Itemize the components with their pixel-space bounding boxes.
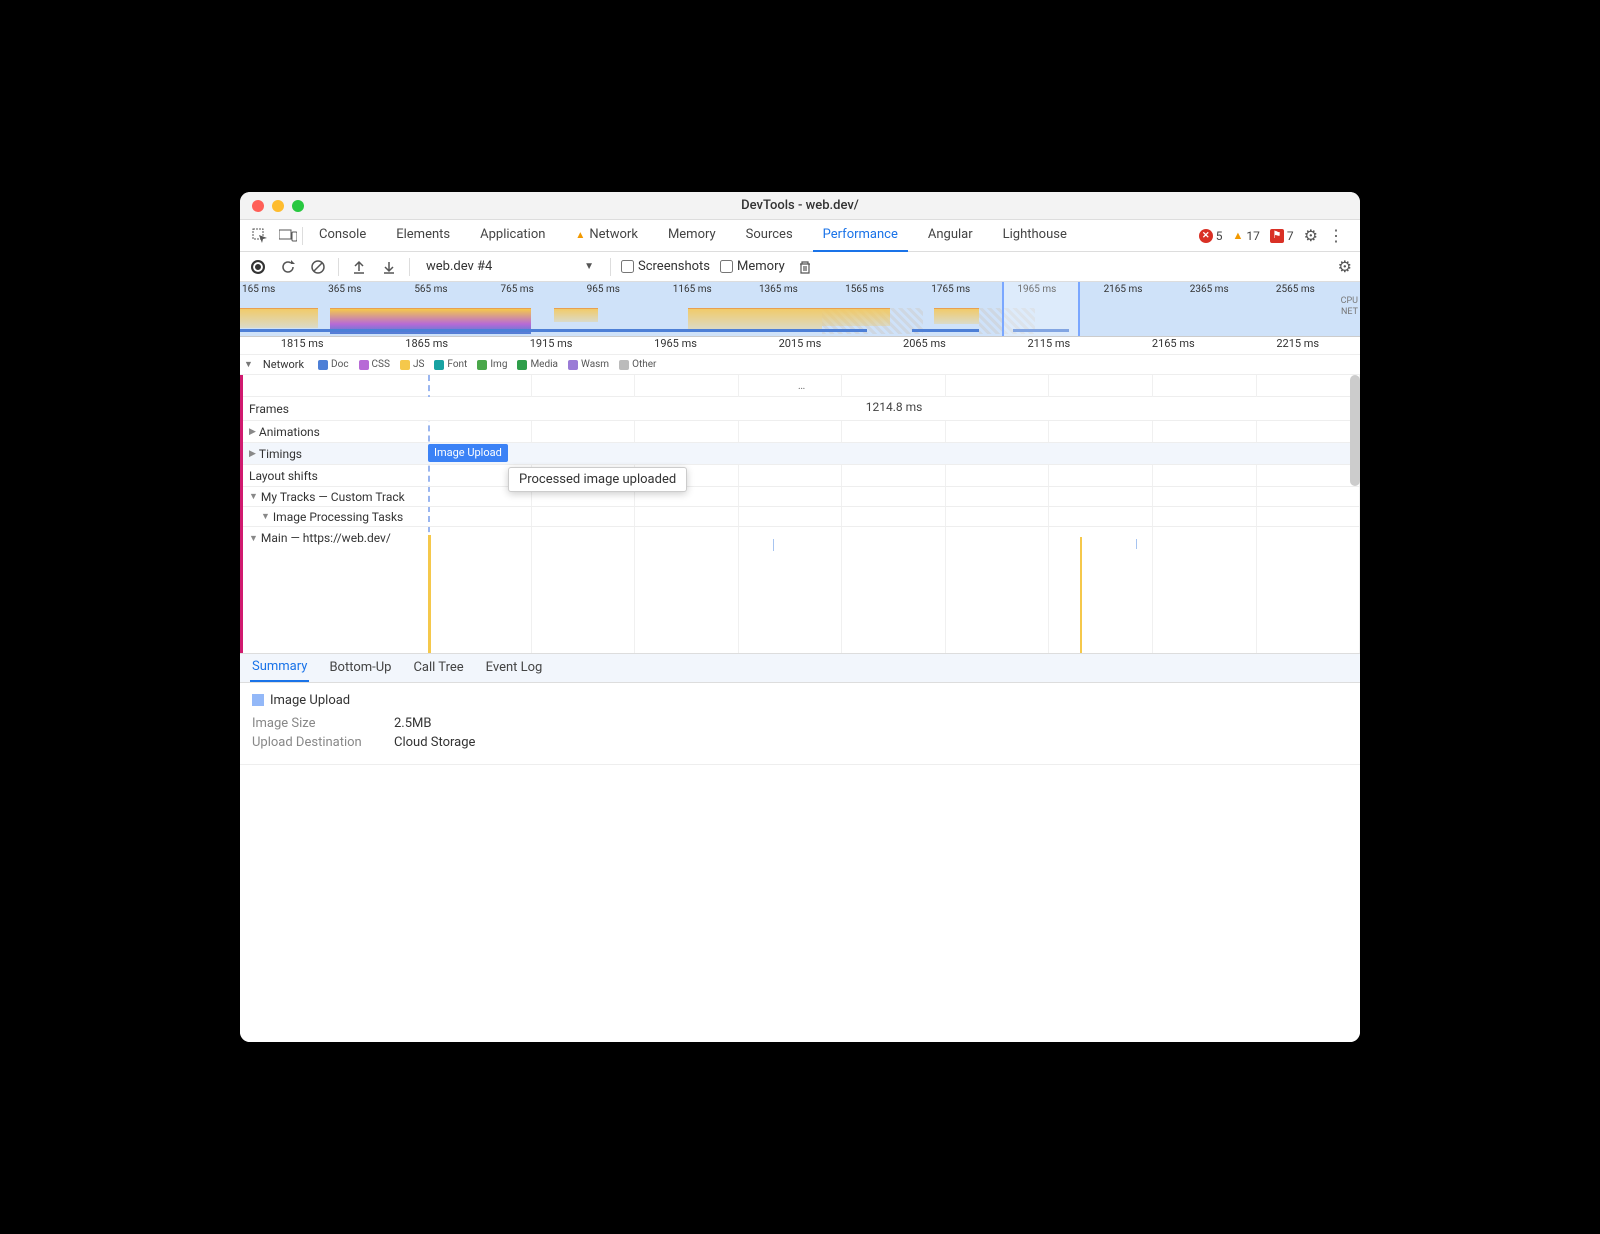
expand-icon: ▶ [249,449,256,459]
frame-duration: 1214.8 ms [862,400,927,414]
tab-angular[interactable]: Angular [918,219,983,252]
tab-memory[interactable]: Memory [658,219,726,252]
clear-button[interactable] [308,257,328,277]
frames-track[interactable]: Frames 1214.8 ms [243,397,1360,421]
tab-list: Console Elements Application Network Memory S… [303,219,1199,252]
window-title: DevTools - web.dev/ [240,198,1360,213]
collapsed-row[interactable]: … [243,375,1360,397]
collapse-icon: ▼ [249,491,258,502]
summary-panel: Image Upload Image Size2.5MB Upload Desti… [240,683,1360,765]
record-button[interactable] [248,257,268,277]
tab-performance[interactable]: Performance [813,219,908,252]
tab-right: ✕5 ▲17 ⚑7 ⚙ ⋮ [1199,226,1354,245]
collapse-icon: ▼ [249,533,258,544]
color-swatch [252,694,264,706]
tab-elements[interactable]: Elements [386,219,460,252]
detail-tab-summary[interactable]: Summary [250,653,309,682]
overview-viewport[interactable] [1002,282,1080,336]
garbage-icon[interactable] [795,257,815,277]
detail-tab-event-log[interactable]: Event Log [484,654,545,681]
detail-tabs: Summary Bottom-Up Call Tree Event Log [240,653,1360,683]
custom-track[interactable]: ▼My Tracks — Custom Track [243,487,1360,507]
timings-track[interactable]: ▶Timings Image Upload Processed image up… [243,443,1360,465]
memory-checkbox[interactable]: Memory [720,259,785,274]
network-track-header[interactable]: ▼ Network DocCSSJSFontImgMediaWasmOther [240,355,1360,375]
screenshots-checkbox[interactable]: Screenshots [621,259,710,274]
animations-track[interactable]: ▶Animations [243,421,1360,443]
layout-shifts-track[interactable]: Layout shifts [243,465,1360,487]
warning-badge[interactable]: ▲17 [1233,229,1260,243]
devtools-window: DevTools - web.dev/ Console Elements Appli… [240,192,1360,1042]
chevron-down-icon: ▼ [584,261,594,272]
profile-select[interactable]: web.dev #4 ▼ [420,259,600,274]
tab-lighthouse[interactable]: Lighthouse [993,219,1077,252]
panel-tabs: Console Elements Application Network Memory S… [240,220,1360,252]
detail-tab-call-tree[interactable]: Call Tree [411,654,465,681]
tab-application[interactable]: Application [470,219,555,252]
expand-icon: ▶ [249,427,256,437]
error-badge[interactable]: ✕5 [1199,229,1223,243]
network-legend: DocCSSJSFontImgMediaWasmOther [318,359,656,370]
separator [610,258,611,276]
separator [338,258,339,276]
reload-button[interactable] [278,257,298,277]
detail-tab-bottom-up[interactable]: Bottom-Up [327,654,393,681]
tab-sources[interactable]: Sources [736,219,803,252]
collapse-icon: ▼ [244,359,253,370]
time-ruler: 1815 ms1865 ms1915 ms1965 ms2015 ms2065 … [240,337,1360,355]
summary-row: Image Size2.5MB [252,716,1348,731]
custom-subtrack[interactable]: ▼Image Processing Tasks [243,507,1360,527]
tracks-area: … Frames 1214.8 ms ▶Animations ▶Timings … [240,375,1360,653]
tab-network[interactable]: Network [565,219,648,252]
inspect-icon[interactable] [246,228,274,244]
summary-row: Upload DestinationCloud Storage [252,735,1348,750]
download-button[interactable] [379,257,399,277]
scrollbar[interactable] [1350,375,1360,486]
flag-badge[interactable]: ⚑7 [1270,229,1294,243]
upload-button[interactable] [349,257,369,277]
perf-toolbar: web.dev #4 ▼ Screenshots Memory ⚙ [240,252,1360,282]
main-track[interactable]: ▼Main — https://web.dev/ [243,527,1360,653]
more-icon[interactable]: ⋮ [1328,226,1344,245]
separator [409,258,410,276]
timing-entry-image-upload[interactable]: Image Upload [428,444,508,462]
titlebar: DevTools - web.dev/ [240,192,1360,220]
overview-times: 165 ms365 ms565 ms765 ms965 ms1165 ms136… [240,284,1360,295]
collapse-icon: ▼ [261,511,270,522]
overview-chart [240,296,1360,324]
overview-timeline[interactable]: 165 ms365 ms565 ms765 ms965 ms1165 ms136… [240,282,1360,337]
tab-console[interactable]: Console [309,219,376,252]
device-icon[interactable] [274,229,302,243]
capture-settings-icon[interactable]: ⚙ [1338,257,1352,276]
summary-title: Image Upload [252,693,1348,708]
timing-tooltip: Processed image uploaded [508,467,687,492]
settings-icon[interactable]: ⚙ [1304,226,1318,245]
